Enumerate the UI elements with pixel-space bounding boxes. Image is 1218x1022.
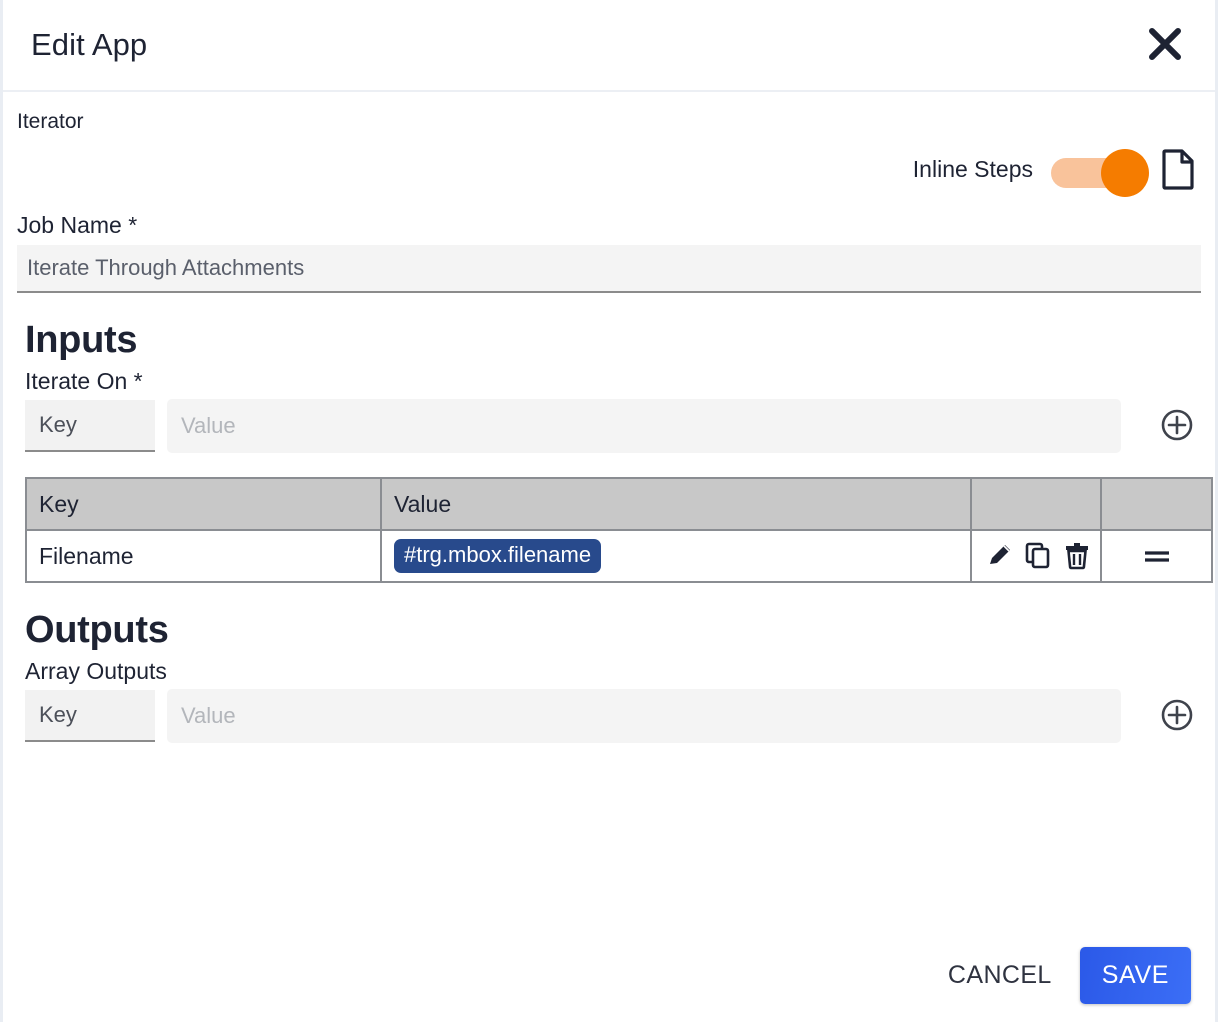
inputs-table-head: Key Value — [25, 477, 1213, 531]
array-outputs-kv-row — [17, 689, 1201, 743]
value-chip: #trg.mbox.filename — [394, 538, 602, 574]
table-cell-value: #trg.mbox.filename — [380, 529, 972, 583]
table-cell-actions — [970, 529, 1102, 583]
inputs-table-body: Filename #trg.mbox.filename — [25, 529, 1213, 583]
array-outputs-add-button[interactable] — [1153, 692, 1201, 740]
table-header-key: Key — [25, 477, 382, 531]
toggle-thumb — [1101, 149, 1149, 197]
iterate-on-add-button[interactable] — [1153, 402, 1201, 450]
edit-icon — [985, 540, 1015, 573]
inputs-table: Key Value Filename #trg.mbox.filename — [25, 477, 1213, 583]
page-title: Edit App — [31, 27, 148, 62]
delete-icon — [1062, 540, 1092, 573]
outputs-heading: Outputs — [25, 609, 169, 651]
iterate-on-label: Iterate On * — [25, 368, 143, 394]
table-row: Filename #trg.mbox.filename — [25, 529, 1213, 583]
dialog-header: Edit App — [3, 0, 1215, 92]
array-outputs-key-input[interactable] — [25, 690, 155, 742]
edit-app-dialog: Edit App Iterator Inline Steps Job Name … — [0, 0, 1218, 1022]
iterator-subtitle: Iterator — [17, 110, 84, 133]
table-header-actions — [970, 477, 1102, 531]
iterate-on-value-input[interactable] — [167, 399, 1121, 453]
copy-row-button[interactable] — [1022, 540, 1054, 573]
document-icon[interactable] — [1161, 148, 1195, 190]
save-button[interactable]: SAVE — [1079, 947, 1191, 1004]
edit-row-button[interactable] — [984, 540, 1016, 573]
inputs-heading: Inputs — [25, 319, 138, 361]
array-outputs-label: Array Outputs — [25, 658, 167, 684]
array-outputs-value-input[interactable] — [167, 689, 1121, 743]
table-header-drag — [1100, 477, 1213, 531]
close-button[interactable] — [1141, 20, 1189, 68]
iterate-on-kv-row — [17, 399, 1201, 453]
dialog-body: Iterator Inline Steps Job Name * Inputs … — [3, 110, 1215, 743]
drag-handle-icon[interactable] — [1114, 546, 1199, 566]
table-cell-drag[interactable] — [1100, 529, 1213, 583]
inline-steps-label: Inline Steps — [912, 155, 1033, 182]
job-name-label: Job Name * — [17, 212, 138, 238]
close-icon — [1148, 27, 1182, 61]
circle-plus-icon — [1160, 698, 1194, 735]
table-header-value: Value — [380, 477, 972, 531]
cancel-button[interactable]: CANCEL — [942, 953, 1058, 998]
job-name-input[interactable] — [17, 245, 1201, 293]
circle-plus-icon — [1160, 408, 1194, 445]
iterate-on-key-input[interactable] — [25, 400, 155, 452]
table-header-row: Key Value — [25, 477, 1213, 531]
dialog-footer: CANCEL SAVE — [942, 947, 1191, 1004]
inline-steps-toggle[interactable] — [1051, 149, 1149, 197]
inline-steps-row: Inline Steps — [17, 140, 1201, 198]
copy-icon — [1023, 540, 1053, 573]
delete-row-button[interactable] — [1061, 540, 1093, 573]
table-cell-key: Filename — [25, 529, 382, 583]
